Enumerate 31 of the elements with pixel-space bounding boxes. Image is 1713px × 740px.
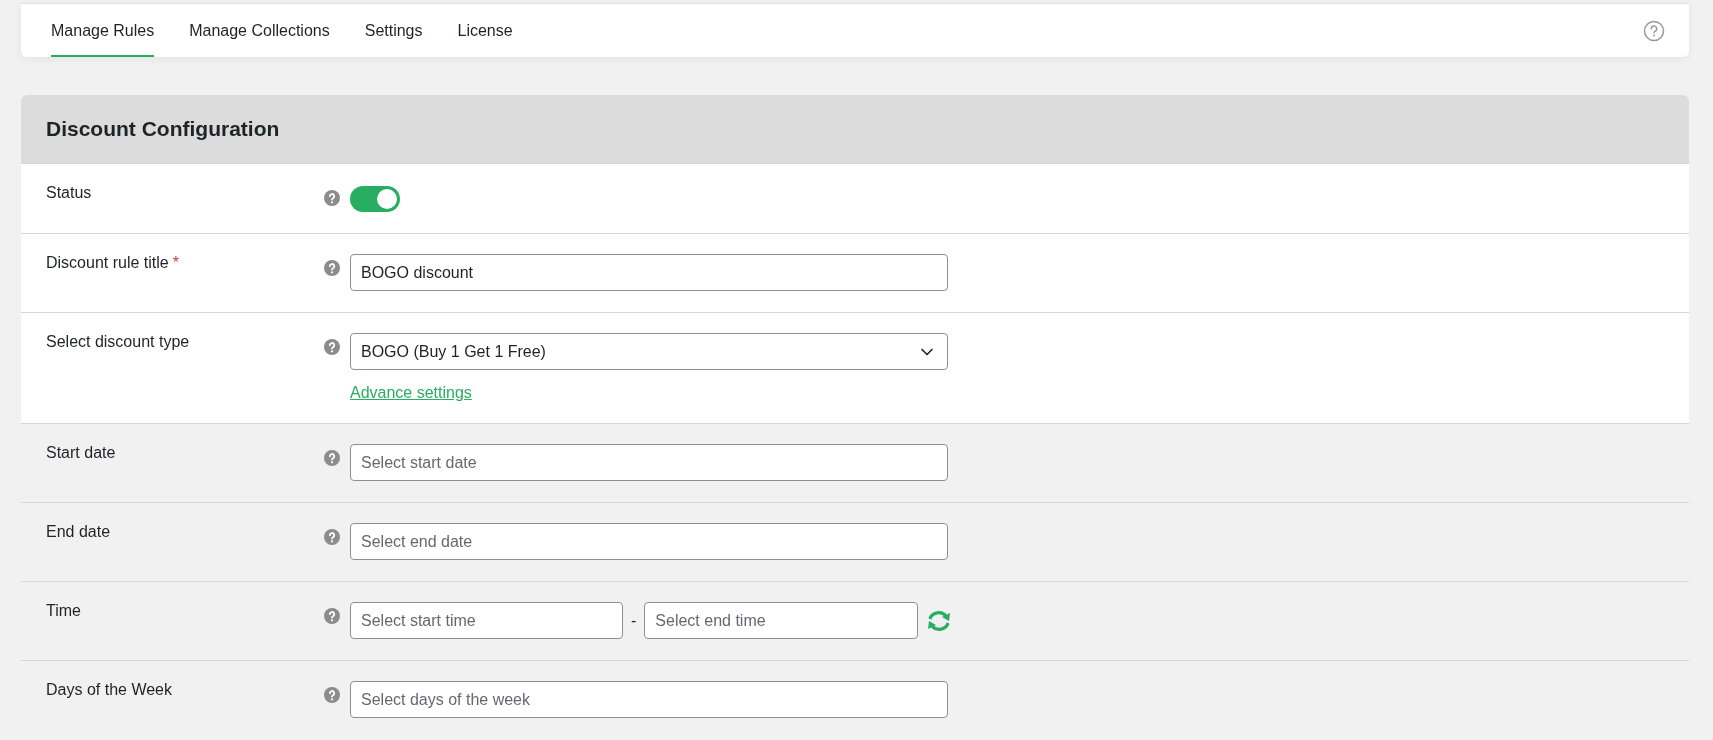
help-icon[interactable] xyxy=(324,608,340,624)
start-time-field[interactable]: Select start time xyxy=(350,602,623,639)
field-label: Days of the Week xyxy=(46,680,172,698)
discount-type-select[interactable]: BOGO (Buy 1 Get 1 Free) xyxy=(350,333,948,370)
field-label: Status xyxy=(46,183,92,201)
help-icon[interactable] xyxy=(324,529,340,545)
help-icon[interactable] xyxy=(324,339,340,355)
field-label: Start date xyxy=(46,443,116,461)
help-icon[interactable] xyxy=(324,260,340,276)
help-icon[interactable] xyxy=(324,190,340,206)
help-icon[interactable] xyxy=(1643,19,1665,42)
end-time-field[interactable]: Select end time xyxy=(644,602,919,639)
text-field[interactable]: Select days of the week xyxy=(350,681,948,718)
range-separator: - xyxy=(631,611,637,630)
status-toggle[interactable] xyxy=(350,186,400,212)
nav-tab[interactable]: Manage Collections xyxy=(189,4,330,57)
nav-tab[interactable]: Manage Rules xyxy=(51,4,155,57)
text-field[interactable]: BOGO discount xyxy=(350,254,948,291)
panel-title: Discount Configuration xyxy=(46,117,280,141)
field-label: Discount rule title xyxy=(46,253,169,271)
required-mark: * xyxy=(172,254,179,271)
field-label: End date xyxy=(46,522,111,540)
text-field[interactable]: Select start date xyxy=(350,444,948,481)
nav-tab[interactable]: License xyxy=(457,4,513,57)
refresh-icon[interactable] xyxy=(926,609,953,632)
field-label: Select discount type xyxy=(46,332,190,350)
nav-tab[interactable]: Settings xyxy=(364,4,423,57)
help-icon[interactable] xyxy=(324,687,340,703)
text-field[interactable]: Select end date xyxy=(350,523,948,560)
help-icon[interactable] xyxy=(324,450,340,466)
field-label: Time xyxy=(46,601,81,619)
